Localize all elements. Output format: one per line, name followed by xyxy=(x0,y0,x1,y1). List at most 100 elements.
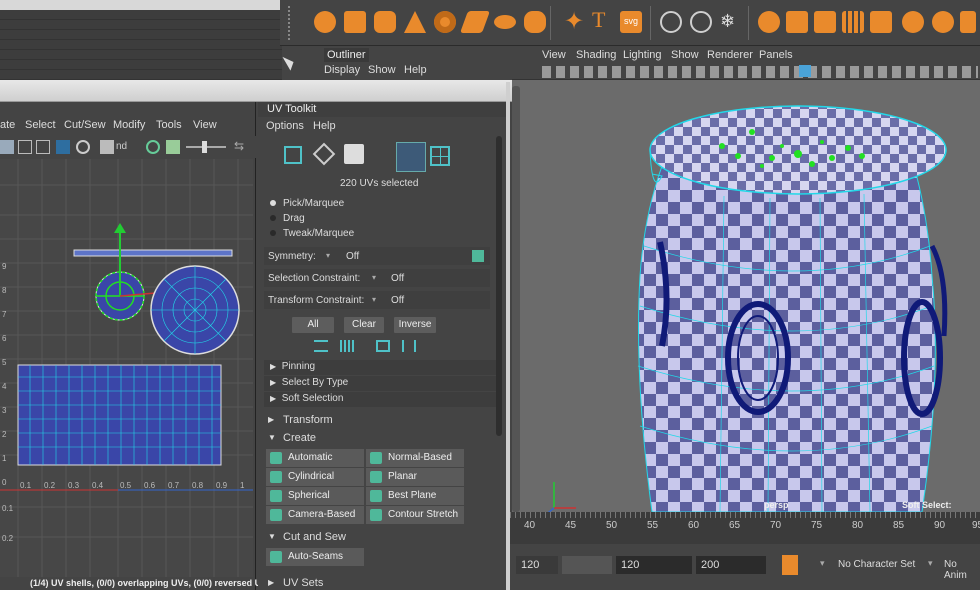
mode-pick-marquee[interactable]: Pick/Marquee xyxy=(283,198,344,209)
section-cut-and-sew[interactable]: Cut and Sew xyxy=(283,531,346,543)
shaded-icon[interactable] xyxy=(799,65,811,77)
uv-settings-icon[interactable] xyxy=(76,140,90,154)
symmetry-icon[interactable] xyxy=(472,250,484,262)
automatic-button[interactable]: Automatic xyxy=(266,449,364,467)
select-shortest-path-icon[interactable] xyxy=(402,340,416,352)
vp-menu-renderer[interactable]: Renderer xyxy=(707,49,753,61)
clear-button[interactable]: Clear xyxy=(344,317,384,333)
selection-constraint-value[interactable]: Off xyxy=(391,273,404,284)
select-all-button[interactable]: All xyxy=(292,317,334,333)
vp-menu-shading[interactable]: Shading xyxy=(576,49,616,61)
spherical-button[interactable]: Spherical xyxy=(266,487,364,505)
outliner-title[interactable]: Outliner xyxy=(324,48,369,62)
panel-scrollbar[interactable] xyxy=(512,86,520,512)
uv-tool-icon-0[interactable] xyxy=(0,140,14,154)
section-soft-selection[interactable]: ▶ Soft Selection xyxy=(264,392,496,407)
radio-pick-marquee[interactable] xyxy=(270,200,276,206)
section-pinning[interactable]: ▶ Pinning xyxy=(264,360,496,375)
shrink-selection-icon[interactable] xyxy=(340,340,354,352)
outliner-menu-show[interactable]: Show xyxy=(368,64,396,76)
vp-menu-show[interactable]: Show xyxy=(671,49,699,61)
uv-tool-icon-2[interactable] xyxy=(36,140,50,154)
sphere-icon[interactable] xyxy=(314,11,336,33)
cylindrical-button[interactable]: Cylindrical xyxy=(266,468,364,486)
mode-tweak-marquee[interactable]: Tweak/Marquee xyxy=(283,228,354,239)
uv-menu-tools[interactable]: Tools xyxy=(156,119,182,131)
bevel-icon[interactable] xyxy=(870,11,892,33)
type-icon[interactable]: T xyxy=(592,7,614,32)
more-icon[interactable] xyxy=(960,11,976,33)
torus-icon[interactable] xyxy=(434,11,456,33)
outliner-menu-display[interactable]: Display xyxy=(324,64,360,76)
uv-sets-expand-icon[interactable]: ▶ xyxy=(268,578,274,587)
uv-select-mode-icon[interactable] xyxy=(284,146,302,164)
section-uv-sets[interactable]: UV Sets xyxy=(283,577,323,589)
uv-menu-view[interactable]: View xyxy=(193,119,217,131)
uv-menu-cutsew[interactable]: Cut/Sew xyxy=(64,119,106,131)
shell-select-mode-icon[interactable] xyxy=(344,144,364,164)
range-end-field[interactable]: 200 xyxy=(696,556,766,574)
transform-constraint-dropdown-icon[interactable]: ▾ xyxy=(372,295,376,304)
current-frame-field[interactable]: 120 xyxy=(516,556,558,574)
extract-icon[interactable] xyxy=(814,11,836,33)
svg-icon[interactable]: svg xyxy=(620,11,642,33)
auto-key-icon[interactable] xyxy=(782,555,798,575)
uv-shade-icon[interactable] xyxy=(166,140,180,154)
toolkit-scrollbar[interactable] xyxy=(496,136,502,436)
transform-expand-icon[interactable]: ▶ xyxy=(268,415,274,424)
platonic-icon[interactable] xyxy=(524,11,546,33)
cone-icon[interactable] xyxy=(404,11,426,33)
star-icon[interactable]: ✦ xyxy=(564,7,586,35)
mirror-icon[interactable] xyxy=(902,11,924,33)
viewport-tool-icons[interactable] xyxy=(542,66,978,78)
cut-sew-collapse-icon[interactable]: ▼ xyxy=(268,532,276,541)
camera-based-button[interactable]: Camera-Based xyxy=(266,506,364,524)
separate-icon[interactable] xyxy=(786,11,808,33)
uv-grid-mode-icon[interactable] xyxy=(430,146,450,166)
contour-stretch-button[interactable]: Contour Stretch xyxy=(366,506,464,524)
cylinder-icon[interactable] xyxy=(374,11,396,33)
uv-image-icon[interactable] xyxy=(100,140,114,154)
combine-icon[interactable] xyxy=(758,11,780,33)
dropdown-arrow-icon[interactable]: ▾ xyxy=(820,558,825,569)
shelf-handle[interactable] xyxy=(288,6,298,40)
viewport[interactable]: persp Soft Select: xyxy=(512,46,980,512)
radio-drag[interactable] xyxy=(270,215,276,221)
selection-constraint-dropdown-icon[interactable]: ▾ xyxy=(372,273,376,282)
anim-dropdown-arrow-icon[interactable]: ▾ xyxy=(928,558,933,569)
range-bar[interactable] xyxy=(562,556,612,574)
face-select-mode-icon[interactable] xyxy=(312,142,336,166)
inverse-button[interactable]: Inverse xyxy=(394,317,436,333)
uv-checker-icon[interactable] xyxy=(146,140,160,154)
uv-tool-icon-1[interactable] xyxy=(18,140,32,154)
transform-constraint-value[interactable]: Off xyxy=(391,295,404,306)
outliner-menu-help[interactable]: Help xyxy=(404,64,427,76)
uv-menu-modify[interactable]: Modify xyxy=(113,119,145,131)
clock-icon[interactable] xyxy=(690,11,712,33)
uv-opacity-handle[interactable] xyxy=(202,141,207,153)
tk-menu-options[interactable]: Options xyxy=(266,120,304,132)
section-transform[interactable]: Transform xyxy=(283,414,333,426)
select-border-icon[interactable] xyxy=(376,340,390,352)
uv-menu-create[interactable]: ate xyxy=(0,119,15,131)
boolean-icon[interactable] xyxy=(932,11,954,33)
plane-icon[interactable] xyxy=(459,11,491,33)
symmetry-value[interactable]: Off xyxy=(346,251,359,262)
tk-menu-help[interactable]: Help xyxy=(313,120,336,132)
radio-tweak-marquee[interactable] xyxy=(270,230,276,236)
character-set-menu[interactable]: No Character Set xyxy=(838,559,915,570)
snowflake-icon[interactable]: ❄ xyxy=(720,11,742,33)
anim-layer-menu[interactable]: No Anim xyxy=(944,559,980,581)
smooth-icon[interactable] xyxy=(842,11,864,33)
uv-grid-icon[interactable] xyxy=(56,140,70,154)
disc-icon[interactable] xyxy=(494,15,516,29)
uv-toolbar-expand-icon[interactable]: ⇆ xyxy=(234,139,244,153)
auto-seams-button[interactable]: Auto-Seams xyxy=(266,548,364,566)
symmetry-dropdown-icon[interactable]: ▾ xyxy=(326,251,330,260)
normal-based-button[interactable]: Normal-Based xyxy=(366,449,464,467)
uv-shell-mode-icon[interactable] xyxy=(396,142,426,172)
best-plane-button[interactable]: Best Plane xyxy=(366,487,464,505)
planar-button[interactable]: Planar xyxy=(366,468,464,486)
vp-menu-panels[interactable]: Panels xyxy=(759,49,793,61)
uv-grid-canvas[interactable]: 9 8 7 6 5 4 3 2 1 0 0.1 0.2 0.3 0.4 0.5 … xyxy=(0,159,253,577)
